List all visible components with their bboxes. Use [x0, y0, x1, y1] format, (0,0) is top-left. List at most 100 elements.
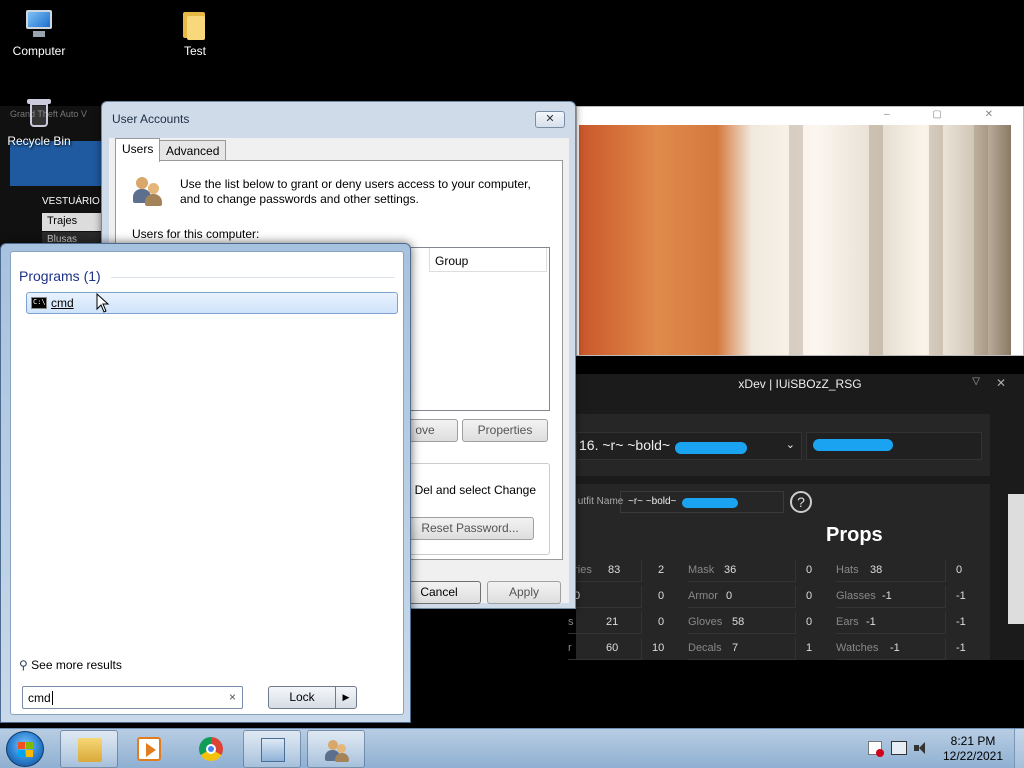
prop-row[interactable]: Glasses -1 -1 — [836, 586, 976, 608]
outfit-name-value: ~r~ ~bold~ — [628, 496, 677, 507]
header-divider — [111, 277, 395, 278]
clear-search-icon[interactable]: × — [229, 690, 236, 704]
desktop-icon-test-folder[interactable]: Test — [157, 8, 233, 58]
column-header-group[interactable]: Group — [429, 248, 547, 272]
taskbar: 8:21 PM 12/22/2021 — [0, 728, 1024, 768]
taskbar-user-accounts[interactable] — [307, 730, 365, 768]
chevron-down-icon: ⌄ — [785, 439, 795, 451]
desktop-icon-recycle-bin[interactable]: Recycle Bin — [1, 98, 77, 148]
desktop-icon-label: Computer — [12, 44, 66, 58]
show-desktop-button[interactable] — [1014, 729, 1024, 768]
folder-icon — [179, 8, 211, 40]
taskbar-chrome[interactable] — [182, 730, 240, 768]
component-texture: 1 — [806, 642, 813, 654]
redaction-mark — [675, 442, 747, 454]
redaction-mark — [813, 439, 893, 451]
reset-password-button[interactable]: Reset Password... — [406, 517, 534, 540]
gta-menu-item: Trajes — [42, 213, 104, 231]
component-texture: 10 — [652, 642, 665, 654]
users-list-label: Users for this computer: — [132, 227, 260, 241]
clock-time: 8:21 PM — [950, 734, 996, 748]
props-heading: Props — [826, 524, 883, 546]
shutdown-options-button[interactable]: ▶ — [335, 686, 357, 709]
prop-texture: -1 — [956, 590, 966, 602]
component-texture: 0 — [658, 590, 665, 602]
outfit-select-value: 16. ~r~ ~bold~ — [579, 437, 671, 453]
prop-texture: 0 — [956, 564, 963, 576]
taskbar-control-panel[interactable] — [243, 730, 301, 768]
component-row[interactable]: r 60 10 — [568, 638, 668, 660]
xdev-menu[interactable]: xDev | IUiSBOzZ_RSG ▽ ✕ 16. ~r~ ~bold~ ⌄… — [568, 374, 1024, 660]
component-texture: 2 — [658, 564, 665, 576]
outfit-name-label: Outfit Name — [570, 496, 624, 507]
recycle-bin-icon — [23, 98, 55, 130]
taskbar-explorer[interactable] — [60, 730, 118, 768]
photo-window[interactable]: ‒ ▢ ✕ — [576, 106, 1024, 356]
network-icon[interactable] — [891, 741, 907, 755]
outfit-select[interactable]: 16. ~r~ ~bold~ ⌄ — [576, 432, 802, 460]
component-texture: 0 — [658, 616, 665, 628]
volume-icon[interactable] — [914, 741, 930, 755]
command-prompt-icon: C:\ — [31, 297, 47, 309]
desktop-icon-computer[interactable]: Computer — [1, 8, 77, 58]
search-input-value: cmd — [28, 691, 51, 705]
desktop-icon-label: Test — [183, 44, 206, 58]
collapse-icon[interactable]: ▽ — [972, 376, 980, 387]
photo-image — [579, 125, 1011, 355]
component-row[interactable]: 0 0 — [568, 586, 668, 608]
close-icon[interactable]: ✕ — [996, 376, 1006, 390]
component-row[interactable]: Armor 0 0 — [688, 586, 818, 608]
windows-logo-icon — [18, 742, 34, 758]
user-accounts-icon — [325, 738, 349, 762]
prop-row[interactable]: Watches -1 -1 — [836, 638, 976, 660]
component-texture: 0 — [806, 564, 813, 576]
clock-date: 12/22/2021 — [942, 749, 1004, 763]
see-more-results-link[interactable]: ⚲ See more results — [19, 658, 122, 672]
prop-texture: -1 — [956, 642, 966, 654]
component-row[interactable]: Gloves 58 0 — [688, 612, 818, 634]
magnifier-icon: ⚲ — [19, 658, 28, 672]
dialog-title: User Accounts — [112, 112, 190, 126]
mouse-cursor-icon — [96, 293, 110, 313]
programs-header: Programs (1) — [19, 268, 101, 284]
taskbar-clock[interactable]: 8:21 PM 12/22/2021 — [938, 734, 1008, 764]
computer-icon — [23, 8, 55, 40]
window-controls[interactable]: ‒ ▢ ✕ — [884, 109, 1013, 120]
component-row[interactable]: s 21 0 — [568, 612, 668, 634]
tab-users[interactable]: Users — [115, 138, 161, 162]
outfit-secondary-field[interactable] — [806, 432, 982, 460]
prop-row[interactable]: Ears -1 -1 — [836, 612, 976, 634]
start-menu[interactable]: Programs (1) C:\ cmd ⚲ See more results … — [0, 243, 411, 723]
control-panel-icon — [261, 738, 285, 762]
description-text: Use the list below to grant or deny user… — [180, 177, 531, 206]
tab-advanced[interactable]: Advanced — [159, 140, 227, 161]
chrome-icon — [199, 737, 223, 761]
search-result-cmd[interactable]: C:\ cmd — [26, 292, 398, 314]
taskbar-media-player[interactable] — [120, 730, 178, 768]
redaction-mark — [682, 498, 738, 508]
action-center-icon[interactable] — [868, 741, 884, 757]
component-row[interactable]: Mask 36 0 — [688, 560, 818, 582]
prop-row[interactable]: Hats 38 0 — [836, 560, 976, 582]
see-more-results-label: See more results — [31, 658, 122, 672]
apply-button[interactable]: Apply — [487, 581, 561, 604]
lock-button[interactable]: Lock — [268, 686, 336, 709]
side-panel-edge — [1008, 494, 1024, 624]
xdev-title: xDev | IUiSBOzZ_RSG — [738, 377, 862, 391]
start-menu-results-pane: Programs (1) C:\ cmd ⚲ See more results — [10, 251, 404, 715]
xdev-title-bar: xDev | IUiSBOzZ_RSG ▽ ✕ — [576, 374, 1024, 394]
start-button[interactable] — [6, 731, 44, 767]
explorer-folder-icon — [78, 738, 102, 762]
component-row[interactable]: ories 83 2 — [568, 560, 668, 582]
desktop-icon-label: Recycle Bin — [7, 134, 71, 148]
help-button[interactable]: ? — [790, 491, 812, 513]
close-button[interactable]: ✕ — [535, 111, 565, 128]
component-row[interactable]: Decals 7 1 — [688, 638, 818, 660]
users-icon — [132, 175, 164, 207]
component-texture: 0 — [806, 616, 813, 628]
component-texture: 0 — [806, 590, 813, 602]
start-search-input[interactable]: cmd × — [22, 686, 243, 709]
search-result-label: cmd — [51, 296, 74, 310]
properties-button[interactable]: Properties — [462, 419, 548, 442]
media-player-icon — [137, 737, 161, 761]
